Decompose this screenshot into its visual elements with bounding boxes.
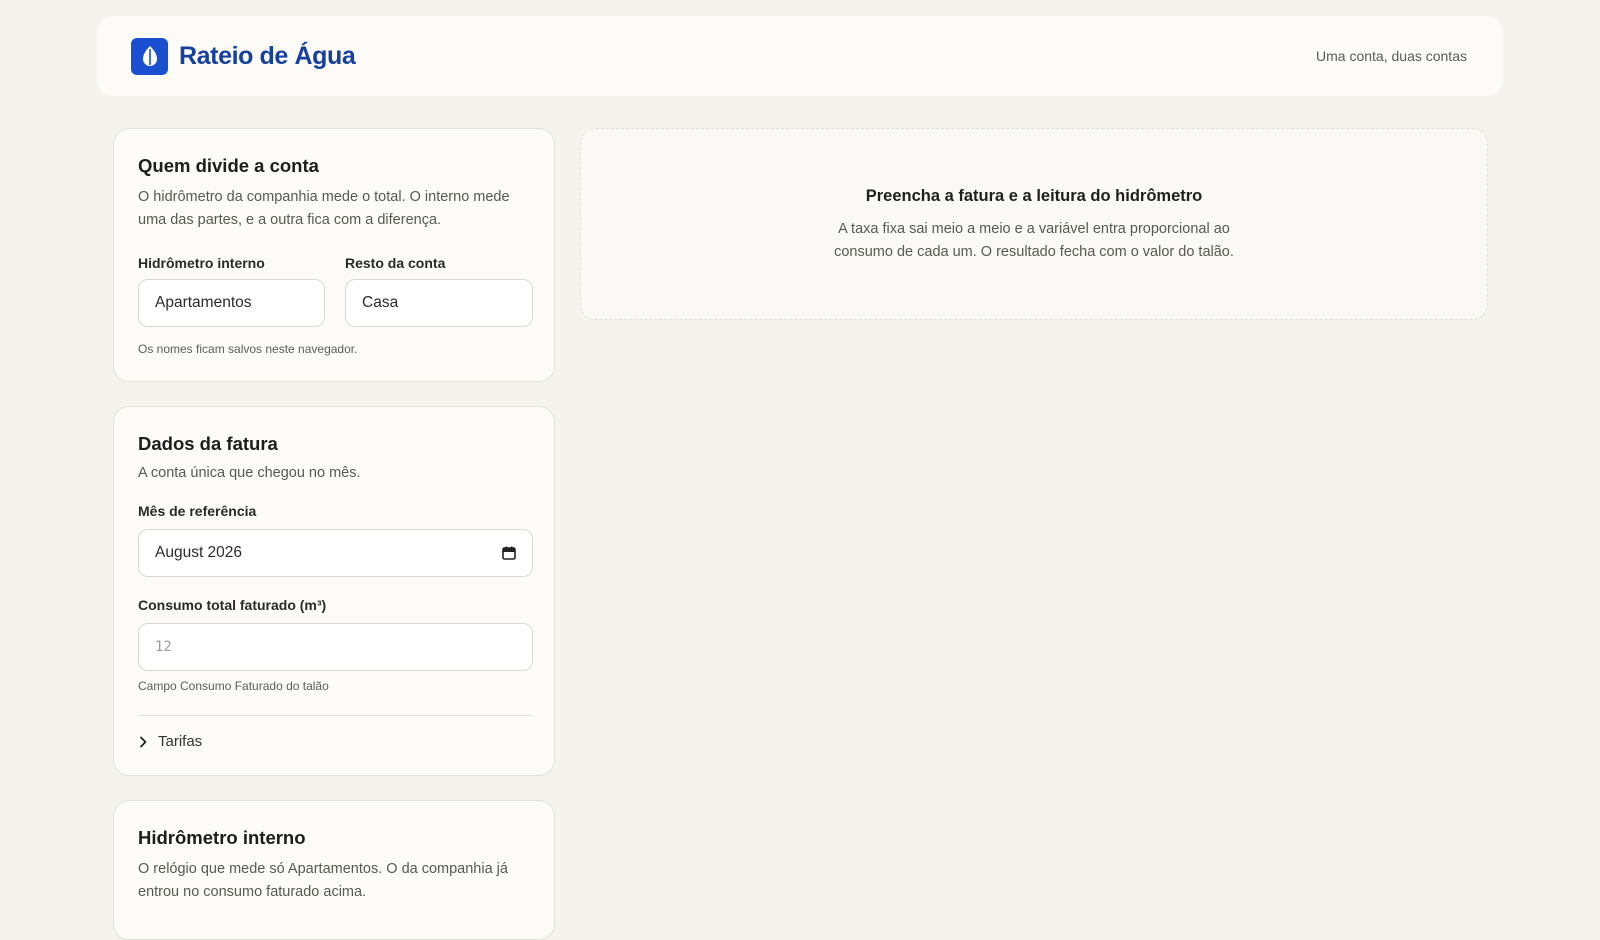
month-value: August 2026 xyxy=(155,544,243,561)
card-title: Hidrômetro interno xyxy=(138,827,306,848)
rest-of-bill-name-input[interactable]: Casa xyxy=(345,279,533,327)
invoice-card: Dados da fatura A conta única que chegou… xyxy=(113,406,555,776)
card-description: O relógio que mede só Apartamentos. O da… xyxy=(138,861,508,900)
calendar-icon[interactable] xyxy=(502,546,516,560)
water-drop-icon xyxy=(131,37,168,75)
card-title: Quem divide a conta xyxy=(138,155,319,176)
names-card: Quem divide a conta O hidrômetro da comp… xyxy=(113,128,555,382)
internal-meter-name-input[interactable]: Apartamentos xyxy=(138,279,325,327)
app-header: Rateio de Água Uma conta, duas contas xyxy=(97,16,1503,96)
card-description: A conta única que chegou no mês. xyxy=(138,465,361,481)
brand[interactable]: Rateio de Água xyxy=(131,37,356,75)
month-input[interactable]: August 2026 xyxy=(138,529,533,577)
tariffs-toggle[interactable]: Tarifas xyxy=(138,733,202,750)
consumption-label: Consumo total faturado (m³) xyxy=(138,597,327,613)
result-description: A taxa fixa sai meio a meio e a variável… xyxy=(834,221,1234,260)
card-description: O hidrômetro da companhia mede o total. … xyxy=(138,189,510,228)
result-title: Preencha a fatura e a leitura do hidrôme… xyxy=(865,187,1203,205)
consumption-hint: Campo Consumo Faturado do talão xyxy=(138,679,329,693)
brand-title: Rateio de Água xyxy=(179,41,356,70)
meter-card: Hidrômetro interno O relógio que mede só… xyxy=(113,800,555,940)
chevron-right-icon xyxy=(138,736,148,748)
divider xyxy=(138,715,532,716)
consumption-input[interactable]: 12 xyxy=(138,623,533,671)
internal-meter-label: Hidrômetro interno xyxy=(138,255,265,271)
month-label: Mês de referência xyxy=(138,503,257,519)
rest-of-bill-label: Resto da conta xyxy=(345,255,446,271)
tariffs-label: Tarifas xyxy=(158,733,203,750)
names-hint: Os nomes ficam salvos neste navegador. xyxy=(138,342,358,356)
tagline: Uma conta, duas contas xyxy=(1316,48,1467,64)
card-title: Dados da fatura xyxy=(138,433,278,454)
result-placeholder: Preencha a fatura e a leitura do hidrôme… xyxy=(580,128,1488,320)
